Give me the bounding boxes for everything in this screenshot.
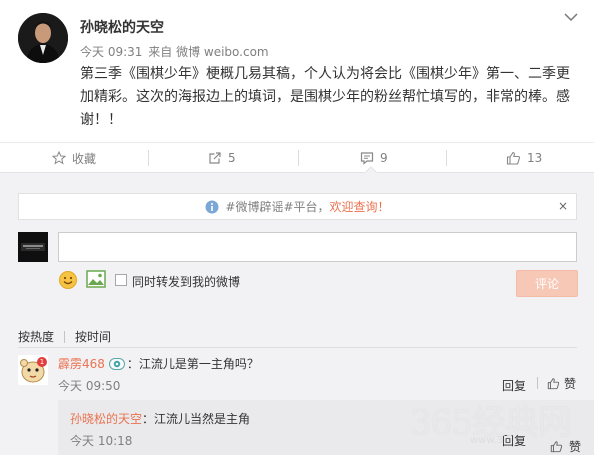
notice-text: #微博辟谣#平台， <box>225 200 330 214</box>
favorite-label: 收藏 <box>72 151 97 166</box>
post-meta: 今天 09:31 来自 微博 weibo.com <box>80 43 269 60</box>
comment-line: 霹雳468 ：江流儿是第一主角吗？ <box>58 355 259 372</box>
forward-button[interactable]: 5 <box>208 143 236 173</box>
vip-eye-icon[interactable] <box>108 357 125 370</box>
like-count: 13 <box>527 151 543 165</box>
action-divider <box>446 150 447 166</box>
repost-label[interactable]: 同时转发到我的微博 <box>132 273 240 290</box>
panel-caret <box>365 166 377 173</box>
site-watermark: 365经典网 www.3 <box>410 395 594 455</box>
repost-checkbox[interactable] <box>115 274 127 286</box>
source-prefix: 来自 <box>148 45 173 59</box>
author-avatar[interactable] <box>18 13 68 63</box>
sort-underline <box>18 347 577 348</box>
reply-text: ：江流儿当然是主角 <box>142 412 251 426</box>
chevron-down-icon[interactable] <box>564 12 578 22</box>
notice-link[interactable]: 欢迎查询！ <box>330 198 390 215</box>
comment-like-label: 赞 <box>564 377 577 391</box>
comment-count: 9 <box>380 151 388 165</box>
action-bar: 收藏 5 9 13 <box>0 142 594 172</box>
emoji-icon[interactable] <box>58 270 78 290</box>
star-icon <box>52 151 72 165</box>
image-icon[interactable] <box>86 270 106 288</box>
nested-reply-line: 孙晓松的天空：江流儿当然是主角 <box>70 410 250 427</box>
reply-time: 今天 10:18 <box>70 434 133 448</box>
action-divider <box>298 150 299 166</box>
commenter-name[interactable]: 霹雳468 <box>58 355 105 372</box>
tab-sort-hot[interactable]: 按热度 <box>18 328 54 345</box>
source-link[interactable]: 微博 weibo.com <box>176 45 269 59</box>
action-divider <box>148 150 149 166</box>
sort-divider <box>64 330 66 343</box>
watermark-sub: www.3 <box>470 435 504 446</box>
tab-sort-time[interactable]: 按时间 <box>75 328 111 345</box>
comment-time: 今天 09:50 <box>58 379 121 393</box>
comment-action-divider <box>537 377 538 389</box>
forward-icon <box>208 151 228 165</box>
thumbs-up-icon <box>547 377 564 390</box>
thumbs-up-icon <box>506 151 527 165</box>
forward-count: 5 <box>228 151 236 165</box>
notification-badge: 1 <box>37 357 47 367</box>
reply-author-name[interactable]: 孙晓松的天空 <box>70 412 142 426</box>
sort-tabs: 按热度 按时间 <box>18 328 111 345</box>
comment-icon <box>360 151 380 165</box>
rumor-notice: #微博辟谣#平台， 欢迎查询！ × <box>18 193 577 220</box>
close-icon[interactable]: × <box>558 200 568 212</box>
post-time[interactable]: 今天 09:31 <box>80 45 142 59</box>
reply-button[interactable]: 回复 <box>502 377 526 394</box>
info-icon <box>205 200 225 214</box>
comment-input[interactable] <box>58 232 577 262</box>
like-button[interactable]: 13 <box>506 143 542 173</box>
comment-text: ：江流儿是第一主角吗？ <box>126 357 259 371</box>
post-text: 第三季《围棋少年》梗概几易其稿，个人认为将会比《围棋少年》第一、二季更加精彩。这… <box>80 66 570 128</box>
favorite-button[interactable]: 收藏 <box>52 143 96 173</box>
comment-like-button[interactable]: 赞 <box>547 375 576 392</box>
submit-comment-button[interactable]: 评论 <box>516 270 578 297</box>
author-name[interactable]: 孙晓松的天空 <box>80 17 164 37</box>
user-avatar[interactable] <box>18 232 48 262</box>
